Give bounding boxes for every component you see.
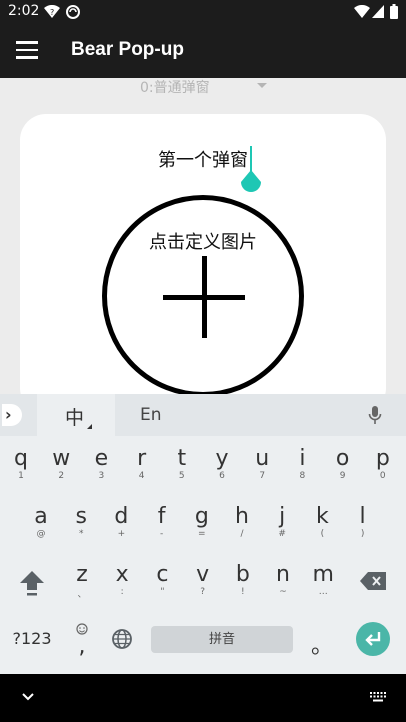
key-label: k — [316, 504, 329, 529]
key-label: j — [279, 504, 286, 529]
key-hint: / — [240, 529, 244, 539]
status-time: 2:02 — [8, 3, 40, 19]
key-label: g — [194, 504, 209, 529]
key-label: a — [34, 504, 48, 529]
period-key-label: 。 — [310, 634, 333, 659]
key-hint: + — [117, 529, 126, 539]
key-label: u — [255, 446, 270, 471]
key-hint: 1 — [18, 471, 24, 481]
enter-icon — [365, 632, 381, 646]
tab-english[interactable]: En — [140, 405, 162, 425]
cursor-handle-icon[interactable] — [240, 170, 262, 194]
key-hint: " — [160, 587, 165, 597]
signal-icon — [372, 5, 384, 18]
svg-text:?: ? — [50, 8, 54, 17]
app-title: Bear Pop-up — [71, 39, 184, 60]
key-hint: 7 — [259, 471, 266, 481]
key-label: b — [235, 562, 250, 587]
key-hint: @ — [36, 529, 46, 539]
popup-title-input[interactable]: 第一个弹窗 — [20, 146, 386, 172]
app-bar: Bear Pop-up — [0, 24, 406, 78]
key-label: q — [14, 446, 28, 471]
key-hint: 、 — [77, 590, 87, 600]
navigation-bar — [0, 674, 406, 722]
key-hint: ( — [320, 529, 325, 539]
key-label: h — [235, 504, 249, 529]
tab-chinese-label: 中 — [65, 407, 85, 429]
key-hint: ? — [200, 587, 205, 597]
key-label: w — [52, 446, 71, 471]
status-bar: 2:02 ? — [0, 0, 406, 24]
key-hint: # — [278, 529, 286, 539]
popup-card: 第一个弹窗 点击定义图片 — [20, 114, 386, 414]
image-picker-button[interactable]: 点击定义图片 — [102, 195, 304, 397]
key-label: d — [114, 504, 129, 529]
key-label: r — [137, 446, 147, 471]
key-hint: ! — [240, 587, 245, 597]
key-hint: - — [159, 529, 164, 539]
enter-key[interactable] — [356, 622, 390, 656]
wifi-question-icon: ? — [44, 5, 60, 18]
sync-icon — [66, 5, 80, 19]
key-hint: 3 — [98, 471, 105, 481]
battery-icon — [390, 4, 398, 19]
key-hint: * — [78, 529, 84, 539]
key-label: p — [375, 446, 390, 471]
key-hint: 4 — [138, 471, 145, 481]
wifi-icon — [354, 5, 370, 18]
globe-icon[interactable] — [111, 628, 133, 650]
key-label: v — [196, 562, 210, 587]
key-hint: 8 — [299, 471, 306, 481]
comma-key-label: , — [78, 634, 86, 659]
dropdown-arrow-icon — [257, 83, 267, 88]
key-hint: : — [120, 587, 124, 597]
key-label: c — [156, 562, 169, 587]
image-picker-label: 点击定义图片 — [149, 232, 257, 253]
key-hint: 6 — [219, 471, 225, 481]
key-hint: 5 — [178, 471, 185, 481]
key-label: l — [359, 504, 366, 529]
key-label: o — [335, 446, 350, 471]
key-label: y — [215, 446, 229, 471]
key-hint: ~ — [279, 587, 287, 597]
microphone-icon[interactable] — [368, 406, 382, 426]
text-cursor — [250, 146, 252, 172]
spinner-value: 0:普通弹窗 — [140, 80, 210, 96]
space-key[interactable]: 拼音 — [151, 626, 293, 653]
key-label: z — [76, 562, 88, 587]
popup-type-spinner[interactable]: 0:普通弹窗 — [140, 76, 280, 96]
key-label: n — [276, 562, 290, 587]
plus-icon-vertical — [202, 256, 207, 338]
key-hint: 0 — [379, 471, 386, 481]
chevron-down-icon[interactable] — [22, 692, 34, 702]
key-hint: ) — [360, 529, 365, 539]
menu-icon[interactable] — [16, 41, 38, 59]
shift-icon[interactable] — [20, 571, 44, 597]
key-hint: … — [318, 587, 328, 597]
key-label: f — [157, 504, 166, 529]
key-label: x — [115, 562, 129, 587]
symbols-key-label: ?123 — [12, 629, 52, 648]
chevron-right-icon: › — [5, 405, 12, 424]
key-label: m — [312, 562, 334, 587]
key-hint: = — [198, 529, 206, 539]
key-label: e — [94, 446, 109, 471]
key-hint: 9 — [339, 471, 346, 481]
key-hint: 2 — [58, 471, 65, 481]
backspace-icon[interactable] — [360, 572, 386, 590]
key-label: t — [177, 446, 187, 471]
key-label: i — [299, 446, 306, 471]
keyboard-switch-icon[interactable] — [370, 692, 386, 702]
tab-chinese[interactable]: 中 — [37, 394, 115, 436]
corner-triangle-icon — [87, 424, 92, 429]
key-label: s — [75, 504, 87, 529]
